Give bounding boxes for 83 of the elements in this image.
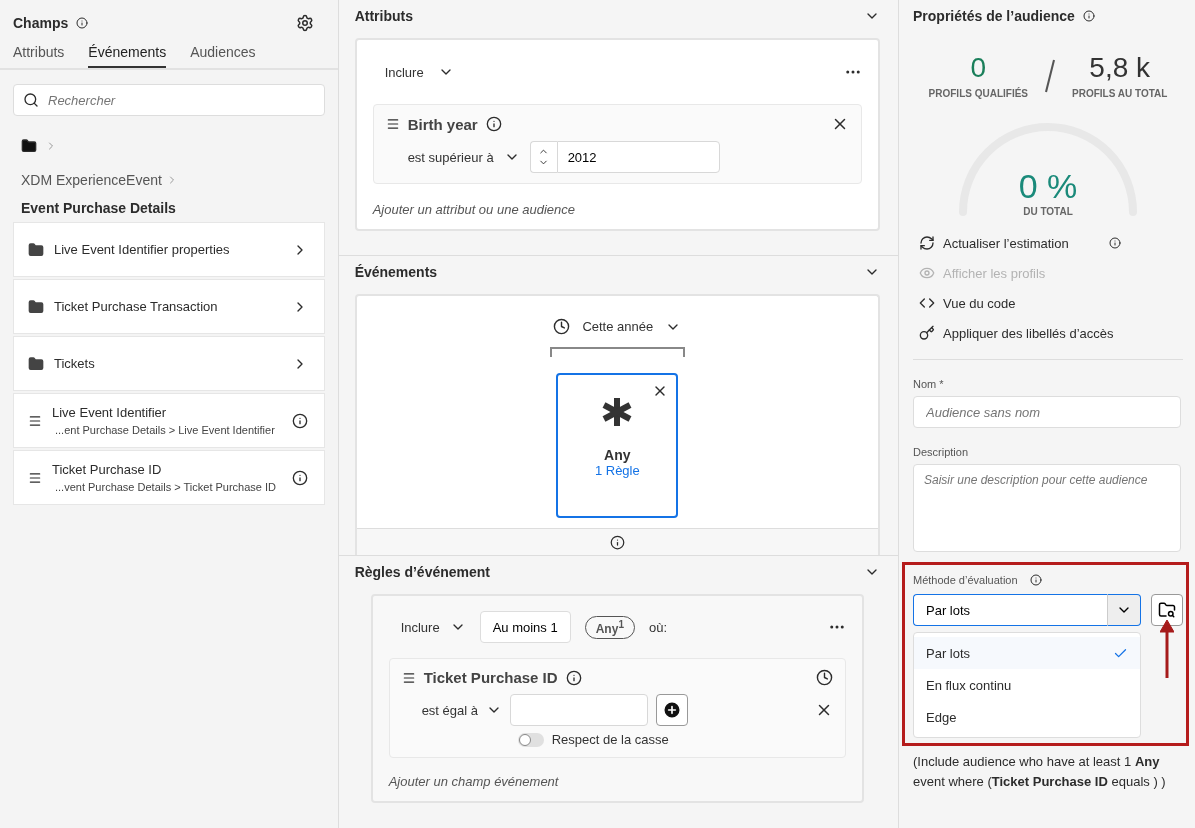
field-item[interactable]: Live Event Identifier ...ent Purchase Details > Live Event Identifier bbox=[13, 393, 325, 448]
info-icon bbox=[565, 669, 582, 686]
field-item[interactable]: Ticket Purchase ID ...vent Purchase Details > Ticket Purchase ID bbox=[13, 450, 325, 505]
action-link[interactable]: Vue du code bbox=[919, 295, 1016, 311]
info-icon bbox=[485, 116, 502, 132]
folder-search-icon bbox=[1158, 601, 1176, 619]
dropdown-button[interactable] bbox=[1107, 594, 1141, 626]
action-link[interactable]: Actualiser l’estimation bbox=[919, 235, 1069, 251]
section-title: Événements bbox=[354, 264, 438, 280]
key-icon bbox=[919, 325, 935, 341]
folder-icon bbox=[21, 138, 37, 154]
include-dropdown[interactable]: Inclure bbox=[384, 64, 424, 80]
count-button[interactable]: Au moins 1 bbox=[479, 611, 571, 643]
stat-label: PROFILS AU TOTAL bbox=[1072, 88, 1168, 99]
folder-item[interactable]: Ticket Purchase Transaction bbox=[13, 279, 325, 334]
where-label: où: bbox=[648, 619, 667, 635]
add-field-link[interactable]: Ajouter un champ événement bbox=[388, 774, 559, 789]
drag-handle-icon bbox=[385, 117, 400, 131]
event-name: Any bbox=[604, 447, 631, 463]
field-label: Description bbox=[913, 446, 970, 458]
breadcrumb-link[interactable]: XDM ExperienceEvent bbox=[21, 172, 162, 188]
panel-title: Propriétés de l’audience bbox=[913, 8, 1075, 24]
clock-icon bbox=[553, 318, 571, 335]
summary-text: event where (Ticket Purchase ID equals ) ) bbox=[913, 773, 1167, 791]
arrow-icon bbox=[1160, 620, 1174, 680]
stat-label: PROFILS QUALIFIÉS bbox=[928, 88, 1029, 99]
info-icon bbox=[291, 412, 308, 429]
info-icon bbox=[1029, 574, 1042, 586]
folder-item[interactable]: Tickets bbox=[13, 336, 325, 391]
name-field[interactable]: Audience sans nom bbox=[913, 396, 1181, 428]
tab[interactable]: Attributs bbox=[13, 44, 65, 68]
add-attribute-link[interactable]: Ajouter un attribut ou une audience bbox=[372, 202, 575, 217]
info-icon bbox=[291, 469, 308, 486]
field-label: Méthode d’évaluation bbox=[913, 574, 1018, 586]
plus-icon bbox=[662, 700, 682, 720]
section-title: Règles d’événement bbox=[354, 564, 490, 580]
info-icon bbox=[1082, 10, 1095, 22]
operator-dropdown[interactable]: est supérieur à bbox=[407, 149, 494, 165]
summary-text: (Include audience who have at least 1 Any bbox=[913, 753, 1161, 771]
folder-icon bbox=[28, 298, 44, 315]
tab[interactable]: Événements bbox=[88, 44, 167, 68]
info-icon bbox=[609, 534, 625, 550]
number-field[interactable]: 2012 bbox=[556, 141, 720, 173]
settings-icon[interactable] bbox=[295, 14, 314, 32]
folder-icon bbox=[28, 355, 44, 372]
event-card[interactable]: Any 1 Règle bbox=[556, 373, 679, 518]
section-title: Attributs bbox=[354, 8, 413, 24]
menu-option[interactable]: Par lots bbox=[914, 637, 1140, 669]
drag-handle-icon bbox=[28, 470, 42, 485]
action-link[interactable]: Appliquer des libellés d’accès bbox=[919, 325, 1114, 341]
time-dropdown[interactable]: Cette année bbox=[582, 319, 654, 334]
rules-link[interactable]: 1 Règle bbox=[594, 463, 640, 478]
folder-icon bbox=[28, 241, 44, 258]
gauge-label: DU TOTAL bbox=[1023, 206, 1073, 217]
toggle-label: Respect de la casse bbox=[551, 732, 669, 747]
folder-item[interactable]: Live Event Identifier properties bbox=[13, 222, 325, 277]
clock-icon bbox=[816, 669, 833, 686]
qualified-count: 0 bbox=[970, 52, 987, 84]
rule-card: Ticket Purchase ID est égal à Respect de la casse bbox=[388, 658, 846, 758]
eye-icon bbox=[919, 265, 935, 281]
code-icon bbox=[919, 295, 935, 311]
include-dropdown[interactable]: Inclure bbox=[400, 619, 440, 635]
section-heading: Event Purchase Details bbox=[21, 200, 177, 216]
panel-title: Champs bbox=[13, 15, 69, 31]
operator-dropdown[interactable]: est égal à bbox=[421, 702, 478, 718]
folder-search-button[interactable] bbox=[1151, 594, 1183, 626]
search-field[interactable]: Rechercher bbox=[13, 84, 325, 116]
percent-value: 0 % bbox=[1018, 167, 1078, 206]
refresh-icon bbox=[919, 235, 935, 251]
info-icon bbox=[76, 17, 89, 29]
rule-card: Birth year est supérieur à 2012 bbox=[372, 104, 862, 184]
search-icon bbox=[23, 92, 39, 108]
slash-divider bbox=[1044, 57, 1057, 94]
drag-handle-icon bbox=[401, 670, 416, 685]
drag-handle-icon bbox=[28, 413, 42, 428]
value-field[interactable] bbox=[510, 694, 648, 726]
description-field[interactable]: Saisir une description pour cette audience bbox=[913, 464, 1181, 552]
add-button[interactable] bbox=[656, 694, 688, 726]
tab[interactable]: Audiences bbox=[190, 44, 256, 68]
total-count: 5,8 k bbox=[1089, 52, 1151, 84]
evaluation-field[interactable]: Par lots bbox=[913, 594, 1107, 626]
toggle-switch[interactable] bbox=[517, 732, 544, 747]
field-label: Nom * bbox=[913, 378, 945, 390]
